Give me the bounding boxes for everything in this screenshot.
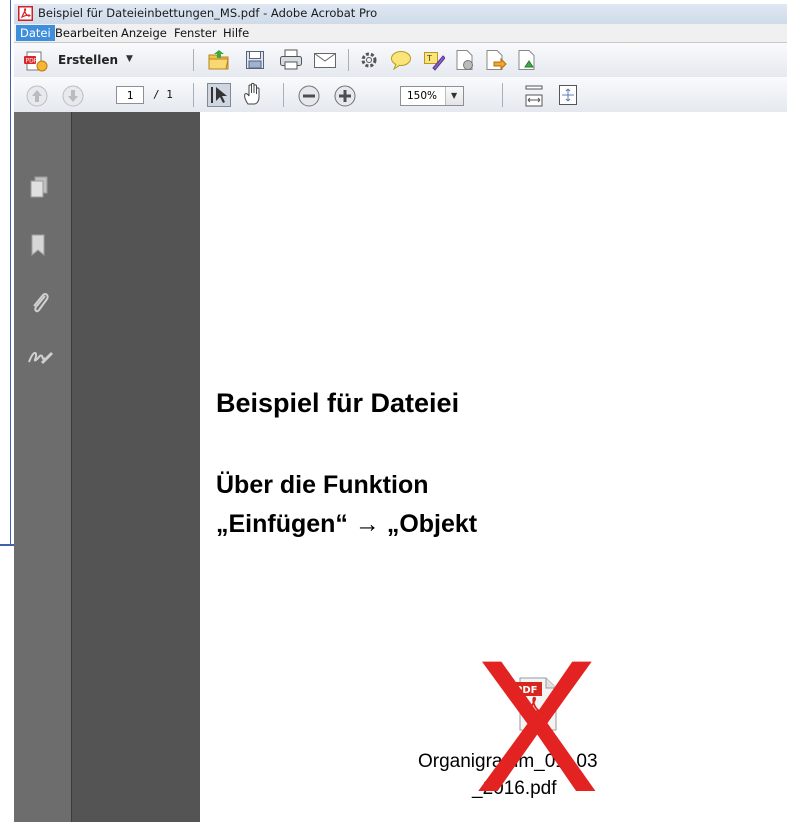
hand-tool-icon[interactable]: [242, 82, 264, 106]
chevron-down-icon: ▼: [451, 91, 458, 100]
menu-bearbeiten[interactable]: Bearbeiten: [51, 25, 122, 41]
zoom-select[interactable]: 150% ▼: [400, 86, 464, 106]
email-icon[interactable]: [313, 52, 337, 69]
menu-bar: Datei Bearbeiten Anzeige Fenster Hilfe: [14, 24, 787, 43]
open-folder-icon[interactable]: [207, 48, 231, 72]
zoom-out-icon[interactable]: [298, 85, 320, 107]
navigation-pane: [14, 112, 72, 822]
security-icon[interactable]: [455, 49, 475, 71]
settings-icon[interactable]: [359, 50, 379, 70]
previous-page-icon[interactable]: [26, 85, 48, 107]
next-page-icon[interactable]: [62, 85, 84, 107]
zoom-dropdown-button[interactable]: ▼: [445, 87, 463, 105]
sign-icon[interactable]: T: [423, 49, 445, 71]
document-subheading-line1: Über die Funktion: [216, 471, 429, 499]
page-number-input[interactable]: 1: [116, 86, 144, 104]
select-tool-icon[interactable]: [207, 83, 231, 107]
document-subheading-line2: „Einfügen“ → „Objekt: [216, 510, 478, 538]
page-total: / 1: [153, 88, 173, 101]
navigation-toolbar: 1 / 1 150% ▼: [14, 77, 787, 113]
document-background: [72, 112, 200, 822]
save-icon[interactable]: [245, 50, 265, 70]
pages-icon[interactable]: [30, 176, 48, 198]
svg-text:T: T: [426, 54, 432, 63]
fit-page-icon[interactable]: [558, 84, 578, 106]
acrobat-pdf-icon: [18, 6, 33, 21]
main-toolbar: PDF Erstellen ▼ T: [14, 43, 787, 78]
svg-text:PDF: PDF: [26, 58, 38, 65]
zoom-in-icon[interactable]: [334, 85, 356, 107]
attachment-icon[interactable]: [30, 289, 50, 315]
menu-fenster[interactable]: Fenster: [170, 25, 221, 41]
menu-anzeige[interactable]: Anzeige: [117, 25, 171, 41]
print-icon[interactable]: [279, 49, 303, 71]
menu-datei[interactable]: Datei: [16, 25, 55, 41]
red-cross-overlay: X: [474, 621, 600, 822]
comment-icon[interactable]: [390, 50, 412, 70]
create-button[interactable]: PDF Erstellen ▼: [18, 46, 180, 74]
fit-width-icon[interactable]: [524, 85, 544, 107]
menu-hilfe[interactable]: Hilfe: [219, 25, 253, 41]
combine-icon[interactable]: [517, 49, 539, 71]
window-title: Beispiel für Dateieinbettungen_MS.pdf - …: [38, 6, 378, 20]
create-pdf-icon: PDF: [24, 51, 48, 72]
document-heading: Beispiel für Dateiei: [216, 388, 460, 418]
chevron-down-icon: ▼: [126, 54, 133, 64]
document-page: Beispiel für Dateiei Über die Funktion „…: [200, 112, 787, 822]
title-bar: Beispiel für Dateieinbettungen_MS.pdf - …: [14, 4, 787, 24]
create-label: Erstellen: [58, 53, 119, 67]
zoom-value: 150%: [407, 90, 438, 102]
signature-icon[interactable]: [27, 348, 53, 366]
export-icon[interactable]: [485, 49, 507, 71]
window-left-edge-bottom: [0, 544, 14, 546]
window-left-edge: [0, 0, 11, 545]
bookmark-icon[interactable]: [30, 234, 46, 256]
